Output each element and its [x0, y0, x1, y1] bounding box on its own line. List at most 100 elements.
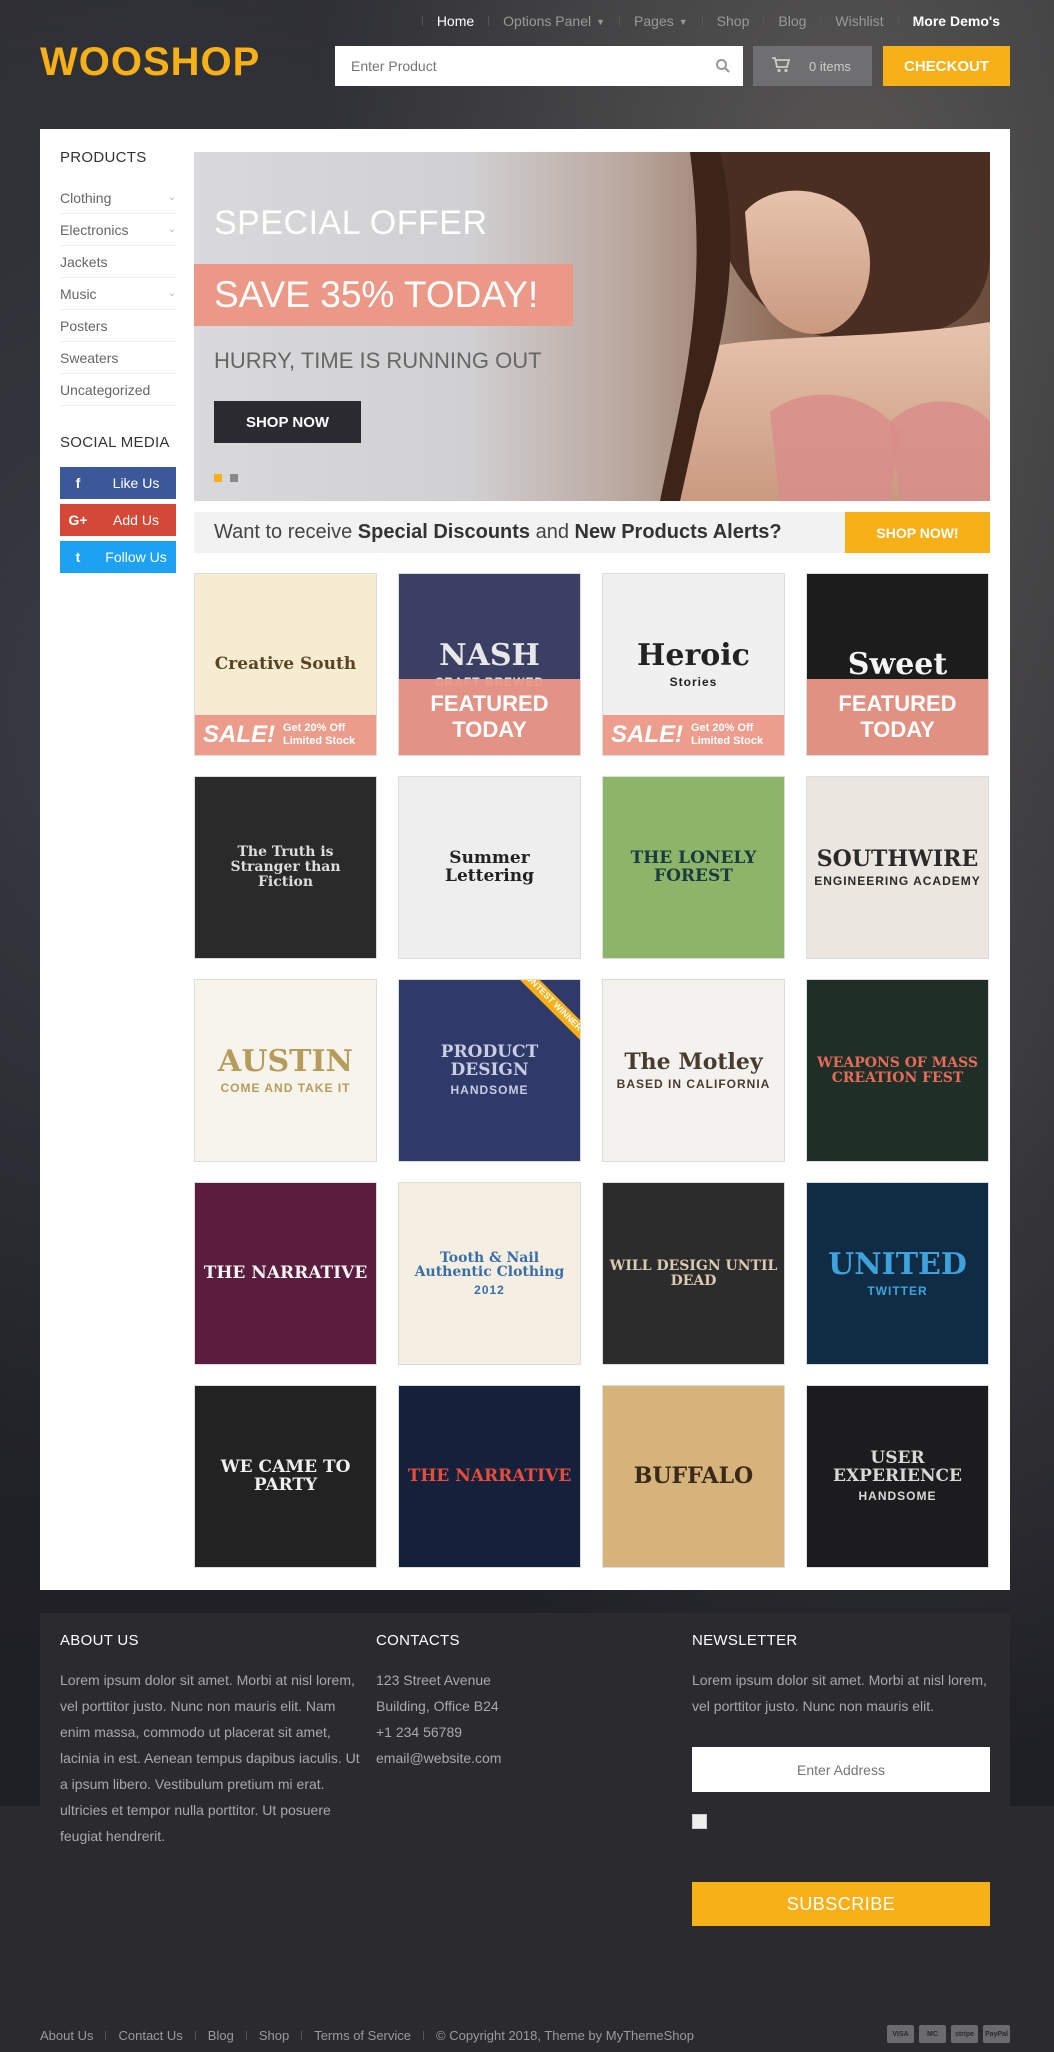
product-art-title: Creative South	[214, 653, 357, 674]
product-tile[interactable]: WILL DESIGN UNTIL DEAD	[602, 1182, 785, 1365]
product-art-title: Tooth & Nail Authentic Clothing	[414, 1249, 565, 1281]
nav-item-wishlist[interactable]: Wishlist	[821, 13, 897, 29]
product-artwork: SOUTHWIRE ENGINEERING ACADEMY	[808, 842, 987, 894]
product-artwork: AUSTIN COME AND TAKE IT	[212, 1040, 359, 1100]
promo-shop-now-button[interactable]: SHOP NOW!	[845, 512, 990, 553]
social-list: f Like Us G+ Add Us t Follow Us	[60, 467, 176, 573]
google-plus-button[interactable]: G+ Add Us	[60, 504, 176, 536]
facebook-button[interactable]: f Like Us	[60, 467, 176, 499]
contact-email[interactable]: email@website.com	[376, 1745, 636, 1771]
product-art-title: WILL DESIGN UNTIL DEAD	[609, 1257, 778, 1289]
bottom-bar: About Us Contact Us Blog Shop Terms of Servi…	[40, 2022, 1010, 2048]
product-tile[interactable]: THE NARRATIVE	[398, 1385, 581, 1568]
product-tile[interactable]: Summer Lettering	[398, 776, 581, 959]
product-art-title: SOUTHWIRE	[816, 845, 979, 872]
chevron-down-icon[interactable]: ⌄	[168, 224, 176, 235]
visa-payment-icon: VISA	[887, 2025, 914, 2043]
product-grid: Creative South SALE! Get 20% Off Limited St…	[194, 573, 990, 1568]
product-art-title: BUFFALO	[633, 1462, 754, 1489]
product-tile[interactable]: The Motley BASED IN CALIFORNIA	[602, 979, 785, 1162]
product-tile[interactable]: AUSTIN COME AND TAKE IT	[194, 979, 377, 1162]
product-tile[interactable]: NASHCRAFT BREWEDFEATUREDTODAY	[398, 573, 581, 756]
product-tile[interactable]: Creative South SALE! Get 20% Off Limited St…	[194, 573, 377, 756]
product-tile[interactable]: THE NARRATIVE	[194, 1182, 377, 1365]
category-item-electronics[interactable]: Electronics ⌄	[60, 214, 176, 246]
product-tile[interactable]: Tooth & Nail Authentic Clothing 2012	[398, 1182, 581, 1365]
nav-item-label: More Demo's	[912, 13, 1000, 29]
nav-item-label: Pages	[634, 13, 674, 29]
product-tile[interactable]: Heroic Stories SALE! Get 20% Off Limited Sto…	[602, 573, 785, 756]
copyright: © Copyright 2018, Theme by MyThemeShop	[436, 2027, 694, 2043]
promo-message: Want to receive Special Discounts and Ne…	[194, 521, 782, 544]
hero-slider[interactable]: SPECIAL OFFER SAVE 35% TODAY! HURRY, TIM…	[194, 152, 990, 501]
footer-link-about-us[interactable]: About Us	[40, 2028, 105, 2043]
category-item-sweaters[interactable]: Sweaters	[60, 342, 176, 374]
nav-item-shop[interactable]: Shop	[703, 13, 764, 29]
cart-button[interactable]: 0 items	[753, 46, 872, 86]
product-art-subtitle: HANDSOME	[858, 1489, 937, 1504]
slider-dot-1[interactable]	[214, 474, 222, 482]
category-item-music[interactable]: Music ⌄	[60, 278, 176, 310]
footer-link-blog[interactable]: Blog	[196, 2028, 246, 2043]
newsletter-checkbox[interactable]	[692, 1814, 707, 1829]
footer-link-contact-us[interactable]: Contact Us	[106, 2028, 194, 2043]
checkout-button[interactable]: CHECKOUT	[883, 46, 1010, 86]
footer-link-terms-of-service[interactable]: Terms of Service	[302, 2028, 423, 2043]
about-heading: ABOUT US	[60, 1632, 139, 1649]
product-tile[interactable]: BUFFALO	[602, 1385, 785, 1568]
product-art-title: Heroic	[637, 638, 750, 674]
twitter-button[interactable]: t Follow Us	[60, 541, 176, 573]
nav-item-blog[interactable]: Blog	[764, 13, 820, 29]
product-tile[interactable]: WE CAME TO PARTY	[194, 1385, 377, 1568]
product-tile[interactable]: THE LONELY FOREST	[602, 776, 785, 959]
slider-dot-2[interactable]	[230, 474, 238, 482]
category-list: Clothing ⌄ Electronics ⌄ Jackets Music ⌄ Poster…	[60, 182, 176, 406]
product-tile[interactable]: USER EXPERIENCE HANDSOME	[806, 1385, 989, 1568]
about-text: Lorem ipsum dolor sit amet. Morbi at nis…	[60, 1672, 360, 1844]
chevron-down-icon: ▼	[678, 17, 688, 28]
chevron-down-icon[interactable]: ⌄	[168, 192, 176, 203]
hero-headline: SAVE 35% TODAY!	[194, 264, 573, 326]
newsletter-text: Lorem ipsum dolor sit amet. Morbi at nis…	[692, 1672, 987, 1714]
product-tile[interactable]: UNITED TWITTER	[806, 1182, 989, 1365]
nav-item-label: Blog	[778, 13, 807, 29]
nav-item-home[interactable]: Home	[423, 13, 488, 29]
product-art-subtitle: 2012	[474, 1282, 505, 1297]
product-tile[interactable]: PRODUCT DESIGN HANDSOME CONTEST WINNER	[398, 979, 581, 1162]
product-tile[interactable]: The Truth is Stranger than Fiction	[194, 776, 377, 959]
footer-about: ABOUT US Lorem ipsum dolor sit amet. Mor…	[60, 1632, 360, 1849]
product-art-subtitle: Stories	[669, 674, 718, 689]
product-art-title: USER EXPERIENCE	[833, 1448, 962, 1487]
product-art-title: THE NARRATIVE	[203, 1262, 368, 1283]
product-tile[interactable]: Sweet FEATURED TODAY	[806, 573, 989, 756]
featured-line-2: TODAY	[860, 717, 935, 742]
category-item-uncategorized[interactable]: Uncategorized	[60, 374, 176, 406]
nav-item-more-demo-s[interactable]: More Demo's	[899, 13, 1014, 29]
search-icon[interactable]	[703, 58, 743, 74]
chevron-down-icon[interactable]: ⌄	[168, 288, 176, 299]
mc-payment-icon: MC	[919, 2025, 946, 2043]
category-item-jackets[interactable]: Jackets	[60, 246, 176, 278]
search-input[interactable]	[335, 46, 703, 86]
nav-item-pages[interactable]: Pages ▼	[620, 13, 702, 29]
product-artwork: PRODUCT DESIGN HANDSOME	[399, 1038, 580, 1102]
nav-item-label: Shop	[716, 13, 750, 29]
category-item-posters[interactable]: Posters	[60, 310, 176, 342]
newsletter-email-input[interactable]	[692, 1747, 990, 1792]
sale-detail-2: Limited Stock	[283, 735, 356, 747]
product-art-title: AUSTIN	[218, 1044, 353, 1080]
category-item-clothing[interactable]: Clothing ⌄	[60, 182, 176, 214]
featured-line-2: TODAY	[452, 717, 527, 742]
subscribe-button[interactable]: SUBSCRIBE	[692, 1882, 990, 1926]
contact-phone[interactable]: +1 234 56789	[376, 1719, 636, 1745]
site-logo[interactable]: WOOSHOP	[40, 40, 260, 85]
category-label: Music	[60, 285, 97, 302]
nav-item-options-panel[interactable]: Options Panel ▼	[489, 13, 619, 29]
product-artwork: The Motley BASED IN CALIFORNIA	[611, 1045, 777, 1097]
product-tile[interactable]: WEAPONS OF MASS CREATION FEST	[806, 979, 989, 1162]
hero-shop-now-button[interactable]: SHOP NOW	[214, 401, 361, 443]
product-art-title: Sweet	[847, 646, 948, 682]
footer-link-shop[interactable]: Shop	[247, 2028, 301, 2043]
category-label: Electronics	[60, 221, 129, 238]
product-tile[interactable]: SOUTHWIRE ENGINEERING ACADEMY	[806, 776, 989, 959]
